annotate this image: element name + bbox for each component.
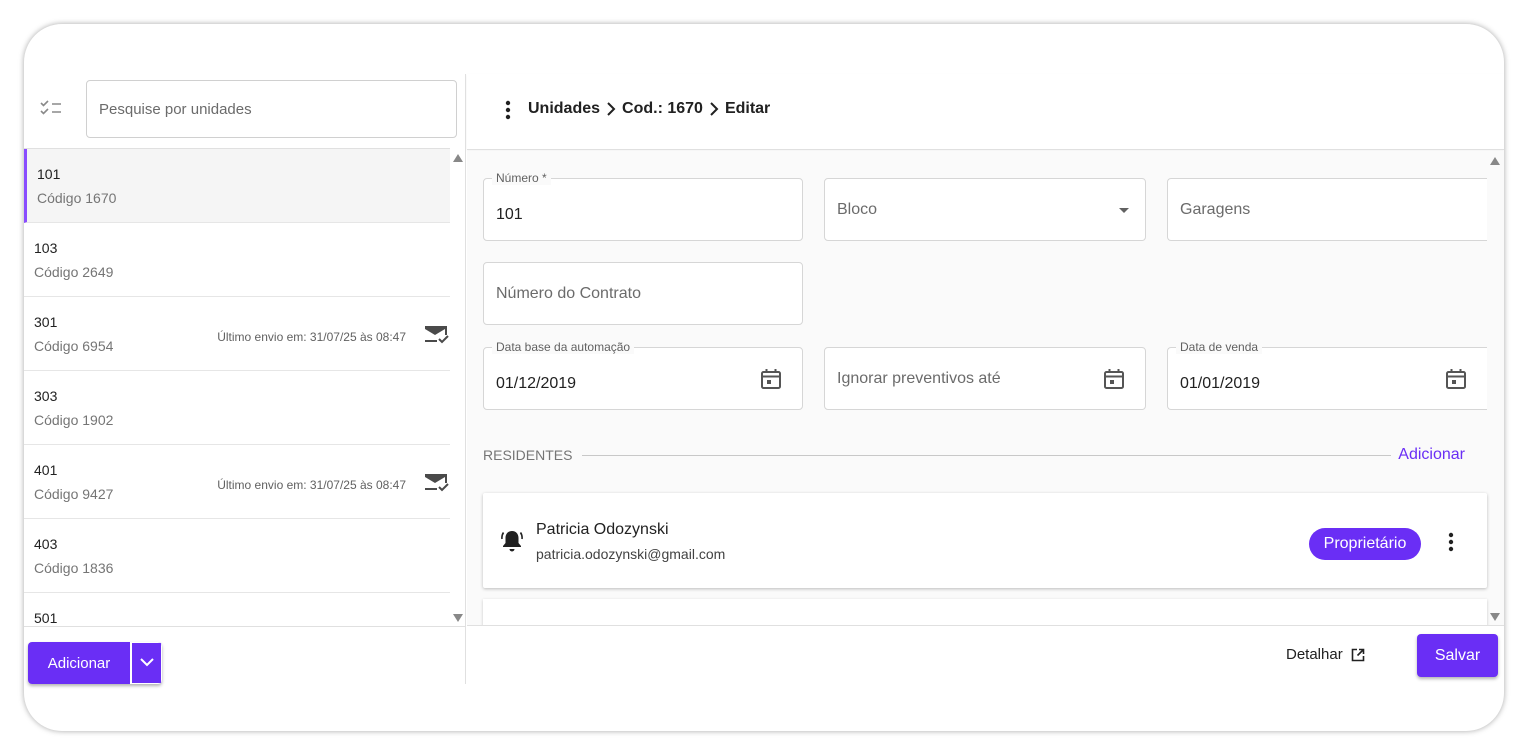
unit-code: Código 6954	[34, 338, 114, 354]
search-row	[24, 74, 466, 148]
numero-label: Número *	[492, 171, 551, 185]
add-resident-button[interactable]: Adicionar	[1398, 446, 1465, 464]
more-vert-icon[interactable]	[1448, 532, 1454, 552]
contrato-placeholder: Número do Contrato	[496, 285, 641, 302]
dropdown-arrow-icon[interactable]	[1119, 208, 1129, 213]
add-split-button: Adicionar	[28, 642, 162, 684]
unit-number: 103	[34, 240, 58, 256]
resident-email: patricia.odozynski@gmail.com	[536, 546, 726, 562]
resident-card[interactable]	[483, 599, 1487, 625]
unit-code: Código 1836	[34, 560, 114, 576]
unit-item[interactable]: 403 Código 1836	[24, 519, 450, 593]
data-venda-value: 01/01/2019	[1180, 375, 1261, 392]
breadcrumb: Unidades Cod.: 1670 Editar	[528, 100, 770, 118]
unit-code: Código 2649	[34, 264, 114, 280]
unit-item[interactable]: 101 Código 1670	[24, 149, 450, 223]
unit-list: 101 Código 1670 103 Código 2649 301 Códi…	[24, 148, 450, 626]
last-sent-text: Último envio em: 31/07/25 às 08:47	[217, 478, 406, 492]
breadcrumb-edit: Editar	[724, 100, 771, 117]
unit-item[interactable]: 103 Código 2649	[24, 223, 450, 297]
unit-number: 403	[34, 536, 58, 552]
unit-number: 301	[34, 314, 58, 330]
search-input[interactable]	[87, 81, 456, 137]
garagens-field[interactable]: Garagens	[1167, 178, 1487, 241]
numero-field[interactable]: Número * 101	[483, 171, 803, 241]
numero-value: 101	[496, 206, 523, 223]
resident-name: Patricia Odozynski	[536, 521, 669, 538]
unit-code: Código 9427	[34, 486, 114, 502]
mail-check-icon[interactable]	[424, 324, 450, 346]
ignorar-field[interactable]: Ignorar preventivos até	[824, 347, 1146, 410]
search-field[interactable]	[86, 80, 457, 138]
open-in-new-icon	[1351, 648, 1365, 661]
unit-item[interactable]: 501	[24, 593, 450, 626]
residents-header: RESIDENTES Adicionar	[483, 443, 1473, 467]
form-scrollbar[interactable]	[1487, 151, 1504, 625]
scroll-up-arrow-icon[interactable]	[1490, 157, 1500, 165]
more-vert-icon[interactable]	[505, 100, 511, 120]
unit-item[interactable]: 401 Código 9427 Último envio em: 31/07/2…	[24, 445, 450, 519]
data-venda-label: Data de venda	[1176, 340, 1263, 354]
calendar-icon[interactable]	[1445, 368, 1467, 390]
breadcrumb-code[interactable]: Cod.: 1670	[622, 100, 703, 118]
unit-code: Código 1670	[37, 190, 117, 206]
chevron-right-icon	[606, 102, 616, 116]
unit-code: Código 1902	[34, 412, 114, 428]
add-options-button[interactable]	[130, 642, 162, 684]
data-base-value: 01/12/2019	[496, 375, 577, 392]
data-venda-field[interactable]: Data de venda 01/01/2019	[1167, 340, 1487, 410]
scroll-down-arrow-icon[interactable]	[1490, 613, 1500, 621]
section-divider	[579, 455, 1391, 456]
role-badge: Proprietário	[1309, 528, 1421, 560]
detail-label: Detalhar	[1286, 646, 1343, 663]
unit-list-scrollbar[interactable]	[450, 148, 466, 626]
mail-check-icon[interactable]	[424, 472, 450, 494]
detail-button[interactable]: Detalhar	[1286, 646, 1365, 663]
app-window: 101 Código 1670 103 Código 2649 301 Códi…	[24, 24, 1504, 731]
unit-item[interactable]: 303 Código 1902	[24, 371, 450, 445]
calendar-icon[interactable]	[760, 368, 782, 390]
bloco-placeholder: Bloco	[837, 201, 878, 218]
garagens-placeholder: Garagens	[1180, 201, 1251, 218]
data-base-label: Data base da automação	[492, 340, 635, 354]
ignorar-placeholder: Ignorar preventivos até	[837, 370, 1001, 387]
edit-form: Número * 101 Bloco Garagens Número do Co…	[467, 151, 1504, 625]
add-unit-button[interactable]: Adicionar	[28, 642, 130, 684]
save-button[interactable]: Salvar	[1417, 634, 1498, 677]
last-sent-text: Último envio em: 31/07/25 às 08:47	[217, 330, 406, 344]
chevron-down-icon	[140, 658, 154, 667]
unit-number: 501	[34, 610, 58, 626]
checklist-icon[interactable]	[38, 97, 64, 119]
units-footer: Adicionar	[24, 626, 466, 684]
contrato-field[interactable]: Número do Contrato	[483, 262, 803, 325]
unit-number: 101	[37, 166, 61, 182]
edit-panel: Unidades Cod.: 1670 Editar Número * 101 …	[467, 74, 1504, 684]
calendar-icon[interactable]	[1103, 368, 1125, 390]
resident-card[interactable]: Patricia Odozynski patricia.odozynski@gm…	[483, 493, 1487, 588]
chevron-right-icon	[709, 102, 719, 116]
data-base-field[interactable]: Data base da automação 01/12/2019	[483, 340, 803, 410]
scroll-up-arrow-icon[interactable]	[453, 154, 463, 162]
bell-ring-icon[interactable]	[501, 529, 523, 553]
unit-number: 401	[34, 462, 58, 478]
residents-label: RESIDENTES	[483, 447, 583, 463]
unit-number: 303	[34, 388, 58, 404]
breadcrumb-units[interactable]: Unidades	[528, 100, 600, 118]
unit-item[interactable]: 301 Código 6954 Último envio em: 31/07/2…	[24, 297, 450, 371]
edit-header: Unidades Cod.: 1670 Editar	[467, 74, 1504, 150]
edit-footer: Detalhar Salvar	[467, 625, 1504, 684]
bloco-select[interactable]: Bloco	[824, 178, 1146, 241]
units-panel: 101 Código 1670 103 Código 2649 301 Códi…	[24, 74, 466, 684]
scroll-down-arrow-icon[interactable]	[453, 614, 463, 622]
